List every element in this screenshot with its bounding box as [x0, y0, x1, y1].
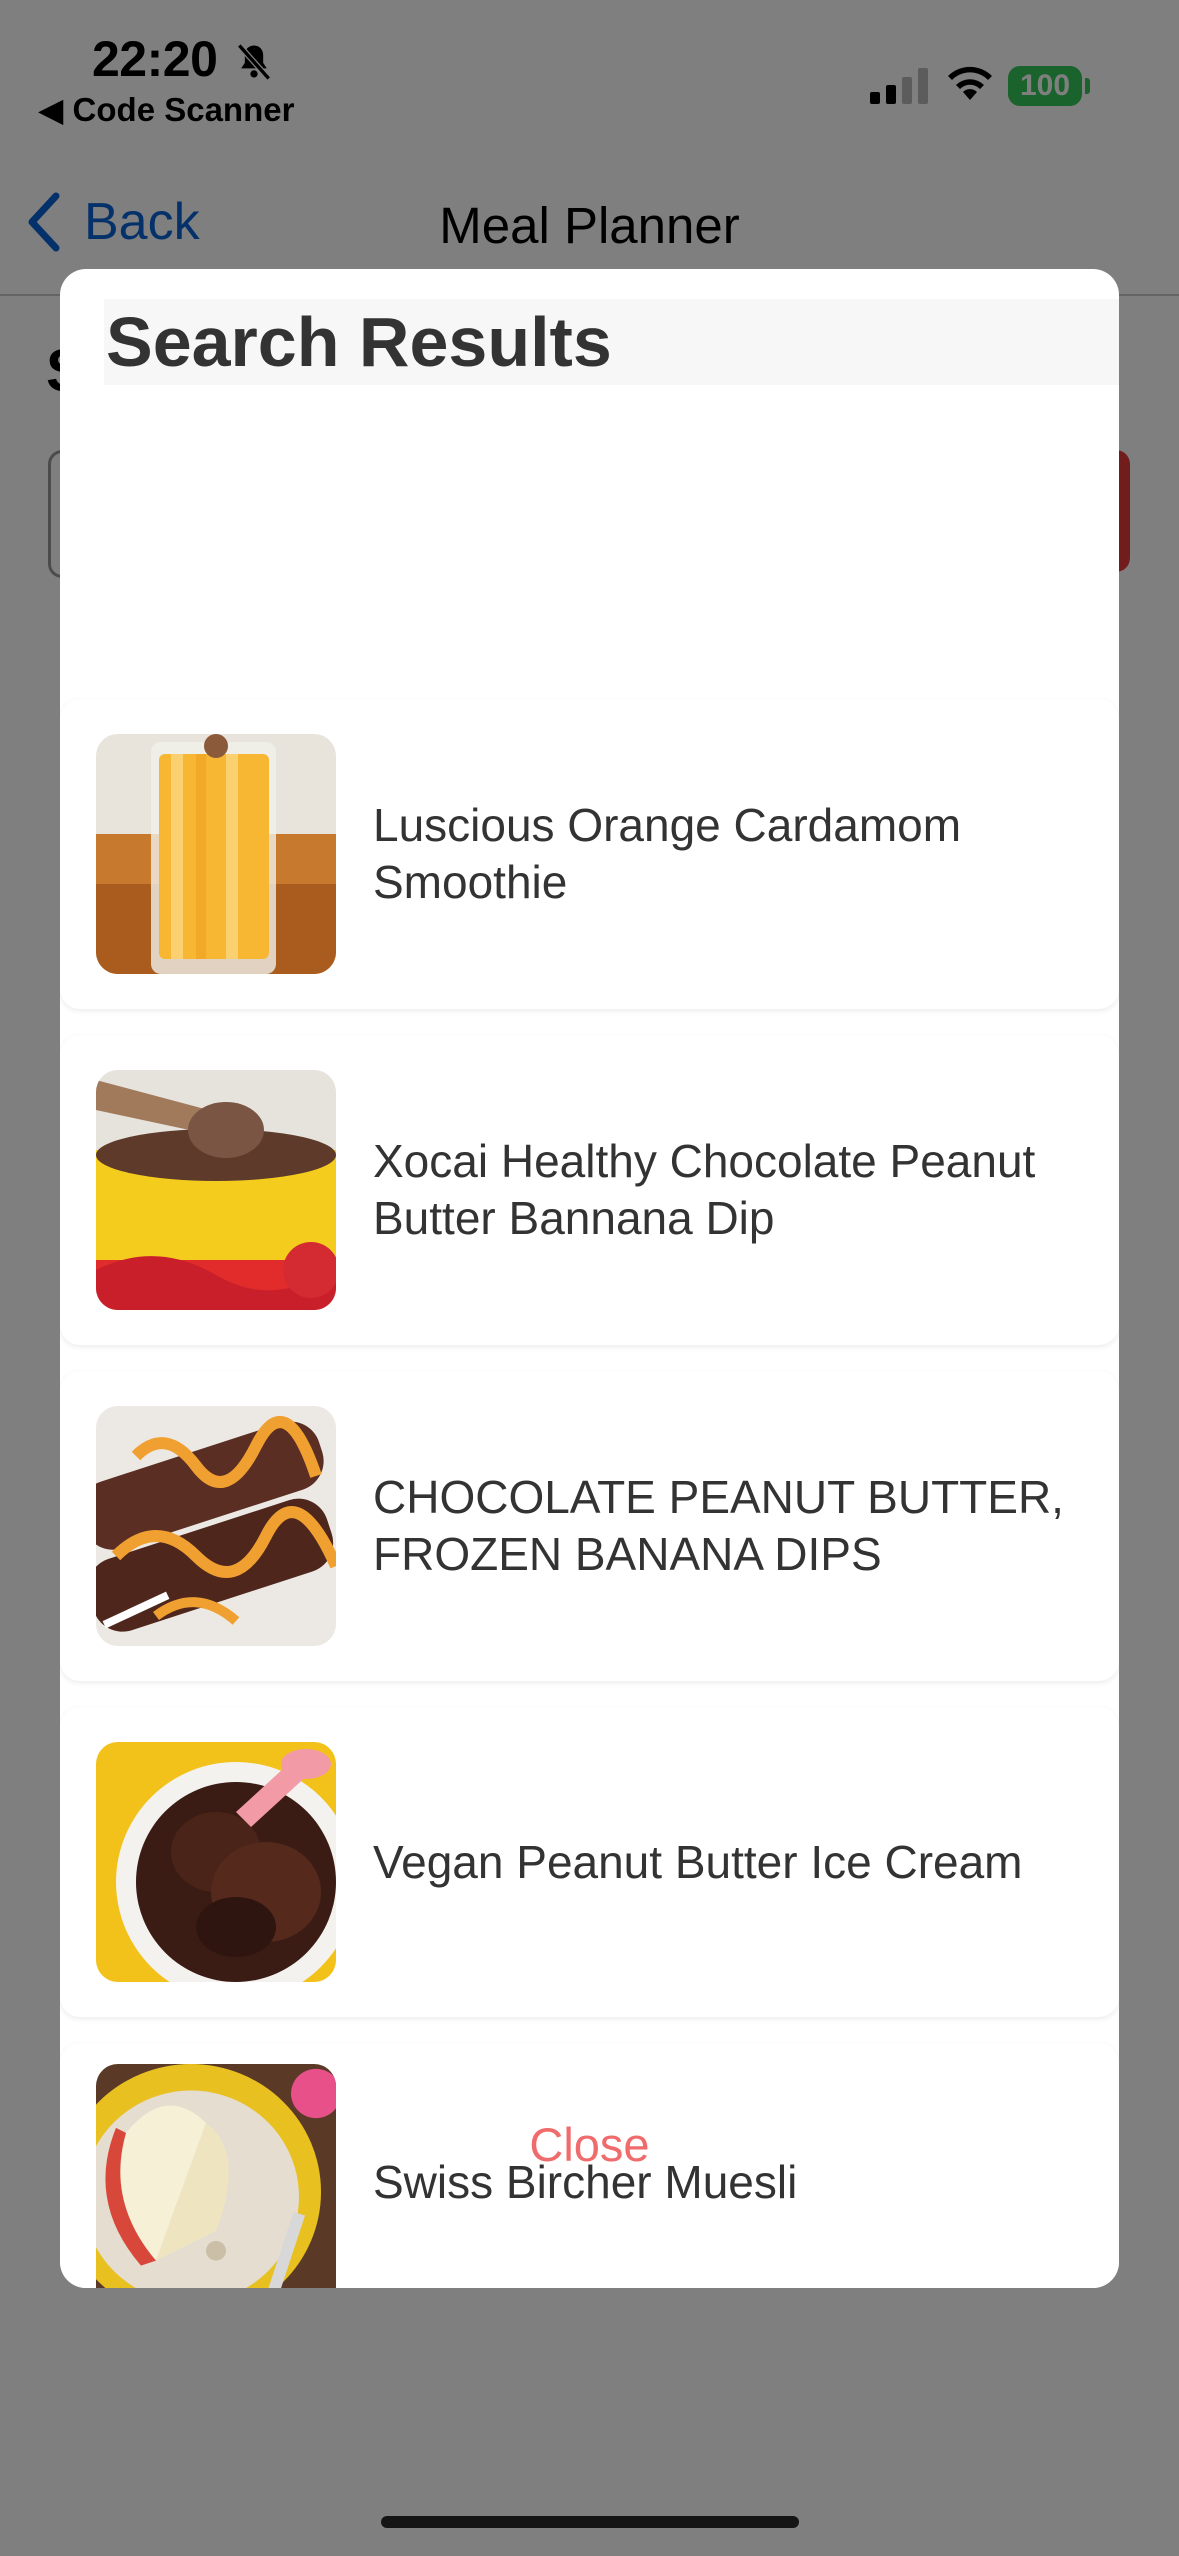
result-name: Vegan Peanut Butter Ice Cream: [373, 1835, 1023, 1888]
orange-smoothie-photo: [96, 734, 336, 974]
chocolate-dip-photo: [96, 1070, 336, 1310]
result-name: Luscious Orange Cardamom Smoothie: [373, 799, 962, 908]
home-indicator[interactable]: [381, 2516, 799, 2528]
close-button[interactable]: Close: [60, 2117, 1119, 2172]
search-results-modal: Search Results Luscious Orange Cardamom …: [60, 269, 1119, 2288]
result-name: CHOCOLATE PEANUT BUTTER, FROZEN BANANA D…: [373, 1471, 1064, 1580]
result-item[interactable]: Luscious Orange Cardamom Smoothie: [60, 699, 1119, 1009]
results-list[interactable]: Luscious Orange Cardamom Smoothie Xocai …: [60, 429, 1119, 2288]
result-item[interactable]: Xocai Healthy Chocolate Peanut Butter Ba…: [60, 1035, 1119, 1345]
result-name: Xocai Healthy Chocolate Peanut Butter Ba…: [373, 1135, 1036, 1244]
result-item[interactable]: Vegan Peanut Butter Ice Cream: [60, 1707, 1119, 2017]
bircher-muesli-photo: [96, 2064, 336, 2288]
peanut-butter-ice-cream-photo: [96, 1742, 336, 1982]
modal-title: Search Results: [106, 303, 612, 381]
result-item[interactable]: CHOCOLATE PEANUT BUTTER, FROZEN BANANA D…: [60, 1371, 1119, 1681]
frozen-banana-dips-photo: [96, 1406, 336, 1646]
